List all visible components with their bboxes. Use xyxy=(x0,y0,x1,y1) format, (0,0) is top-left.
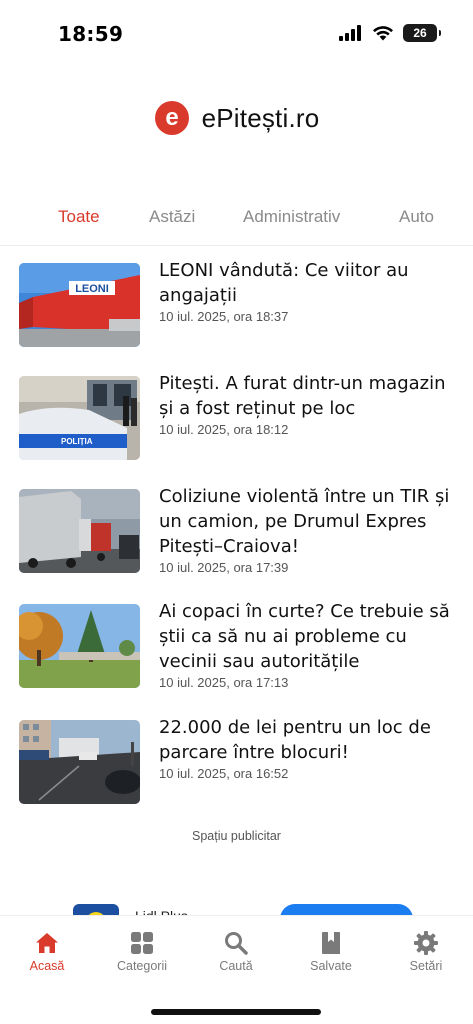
article-text: LEONI vândută: Ce viitor au angajații 10… xyxy=(159,258,459,324)
article-title: Pitești. A furat dintr-un magazin și a f… xyxy=(159,373,446,419)
thumb-police-text: POLIȚIA xyxy=(61,437,93,446)
home-indicator xyxy=(151,1009,321,1015)
article-thumbnail: LEONI xyxy=(19,263,140,347)
battery-level: 26 xyxy=(413,26,427,40)
article-item[interactable]: LEONI LEONI vândută: Ce viitor au angaja… xyxy=(19,260,459,353)
home-icon xyxy=(36,933,58,953)
app-name: ePitești.ro xyxy=(201,102,320,133)
article-title: Ai copaci în curte? Ce trebuie să știi c… xyxy=(159,601,450,672)
ad-banner[interactable]: Lidl Plus xyxy=(0,860,473,916)
nav-label: Caută xyxy=(219,959,253,973)
tab-administrativ[interactable]: Administrativ xyxy=(243,207,340,227)
bottom-navigation: Acasă Categorii Caută Salvate Setări xyxy=(0,915,473,1024)
article-item[interactable]: Ai copaci în curte? Ce trebuie să știi c… xyxy=(19,601,459,694)
nav-categories[interactable]: Categorii xyxy=(102,930,182,973)
article-title: LEONI vândută: Ce viitor au angajații xyxy=(159,260,409,306)
nav-settings[interactable]: Setări xyxy=(386,930,466,973)
gear-icon xyxy=(414,931,438,955)
ad-label: Spațiu publicitar xyxy=(192,829,281,843)
article-thumbnail: POLIȚIA xyxy=(19,376,140,460)
article-date: 10 iul. 2025, ora 18:12 xyxy=(159,422,289,437)
article-date: 10 iul. 2025, ora 16:52 xyxy=(159,766,289,781)
app-logo: e ePitești.ro xyxy=(0,100,473,136)
article-text: 22.000 de lei pentru un loc de parcare î… xyxy=(159,715,459,781)
article-date: 10 iul. 2025, ora 17:39 xyxy=(159,560,289,575)
article-thumbnail xyxy=(19,720,140,804)
article-item[interactable]: POLIȚIA Pitești. A furat dintr-un magazi… xyxy=(19,373,459,466)
nav-label: Salvate xyxy=(310,959,352,973)
nav-label: Setări xyxy=(409,959,443,973)
article-item[interactable]: Coliziune violentă între un TIR și un ca… xyxy=(19,486,459,579)
thumb-brand-text: LEONI xyxy=(75,283,109,295)
nav-label: Categorii xyxy=(116,959,168,973)
tab-auto[interactable]: Auto xyxy=(399,207,434,227)
status-icons: 26 xyxy=(339,24,441,42)
nav-saved[interactable]: Salvate xyxy=(291,930,371,973)
article-date: 10 iul. 2025, ora 18:37 xyxy=(159,309,289,324)
article-thumbnail xyxy=(19,489,140,573)
tab-toate[interactable]: Toate xyxy=(58,207,100,227)
tab-astazi[interactable]: Astăzi xyxy=(149,207,195,227)
status-time: 18:59 xyxy=(58,22,124,46)
article-title: 22.000 de lei pentru un loc de parcare î… xyxy=(159,717,431,763)
article-date: 10 iul. 2025, ora 17:13 xyxy=(159,675,289,690)
logo-mark-icon: e xyxy=(154,101,189,135)
article-item[interactable]: 22.000 de lei pentru un loc de parcare î… xyxy=(19,717,459,810)
nav-home[interactable]: Acasă xyxy=(7,930,87,973)
logo-letter: e xyxy=(165,104,178,131)
grid-icon xyxy=(131,932,153,954)
article-thumbnail xyxy=(19,604,140,688)
article-text: Pitești. A furat dintr-un magazin și a f… xyxy=(159,371,459,437)
bookmark-icon xyxy=(322,932,340,954)
cellular-signal-icon xyxy=(339,25,361,41)
nav-search[interactable]: Caută xyxy=(196,930,276,973)
status-bar: 18:59 26 xyxy=(0,0,473,70)
search-icon xyxy=(225,932,248,955)
article-text: Ai copaci în curte? Ce trebuie să știi c… xyxy=(159,599,459,690)
article-text: Coliziune violentă între un TIR și un ca… xyxy=(159,484,459,575)
battery-icon: 26 xyxy=(403,24,441,42)
article-title: Coliziune violentă între un TIR și un ca… xyxy=(159,486,450,557)
nav-label: Acasă xyxy=(29,959,65,973)
wifi-icon xyxy=(373,26,393,41)
category-tabs: Toate Astăzi Administrativ Auto xyxy=(0,204,473,246)
